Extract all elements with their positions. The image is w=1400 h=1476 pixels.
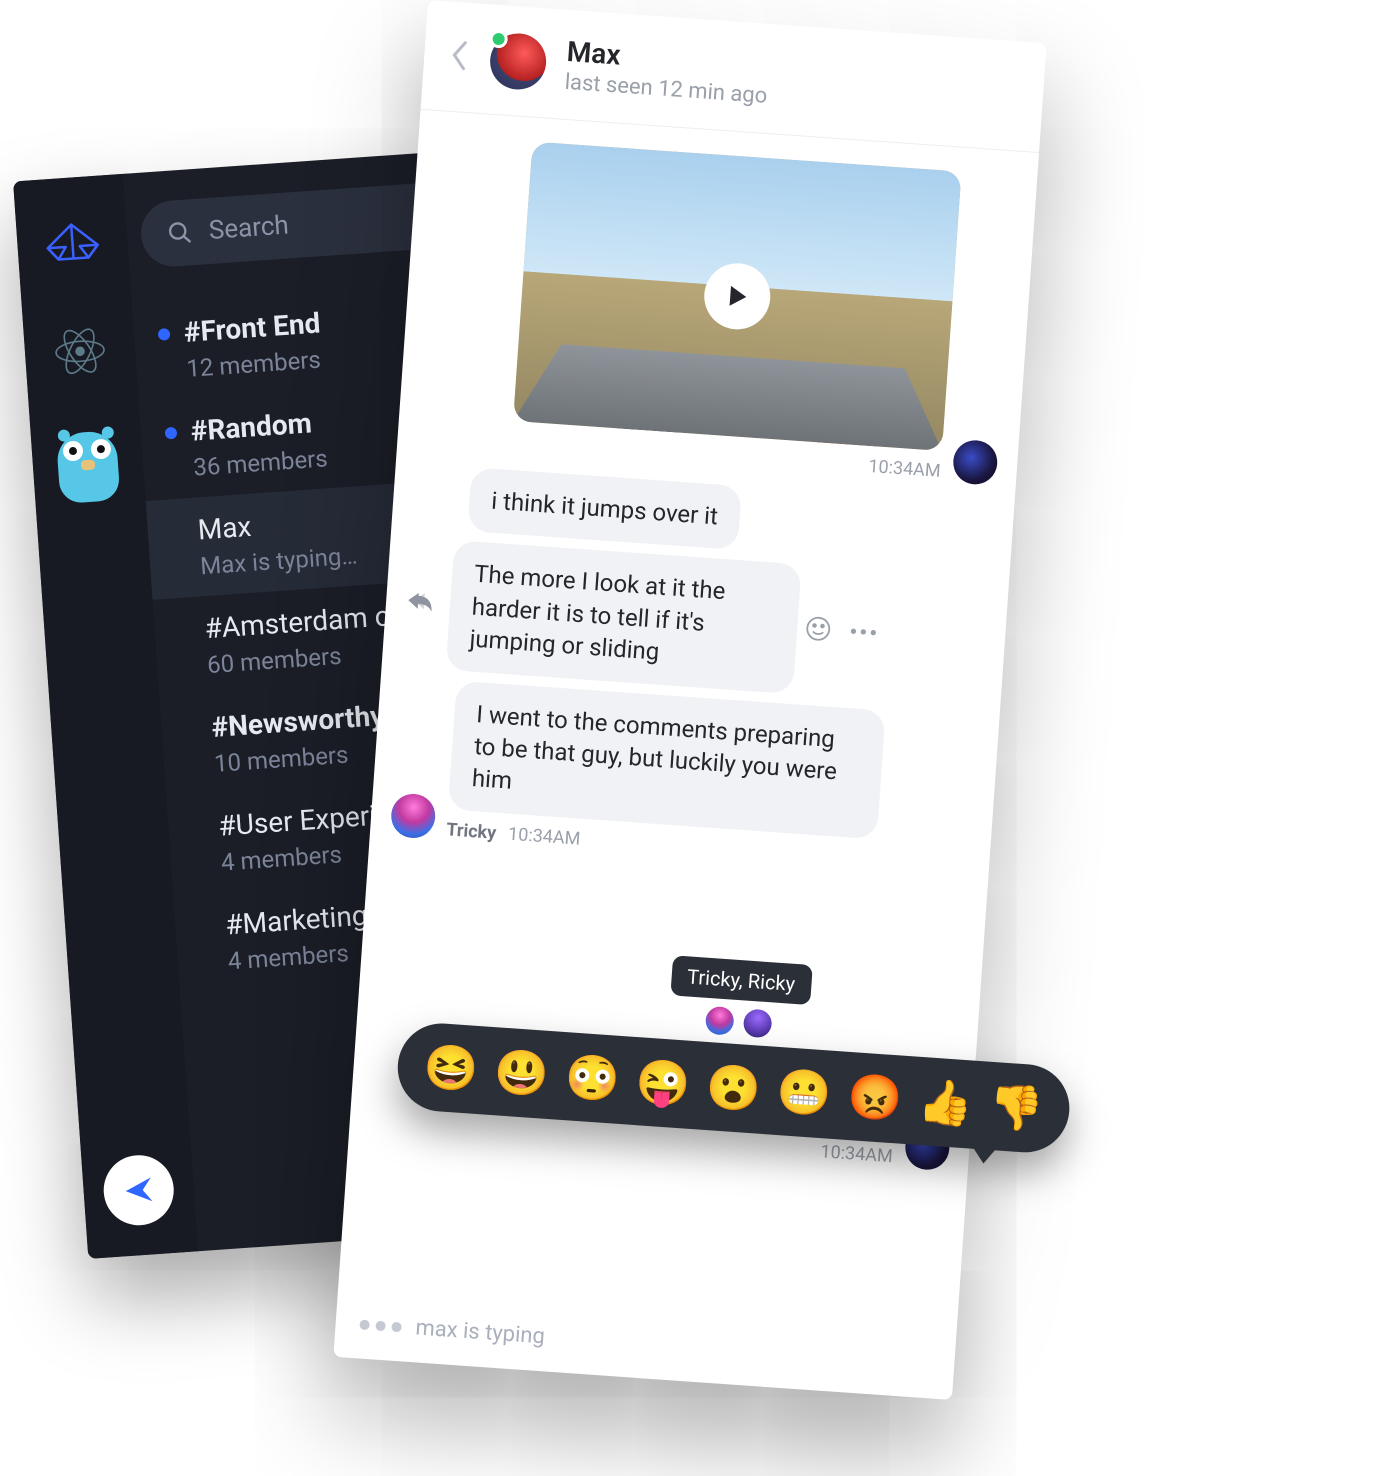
- unread-dot-icon: [165, 426, 178, 439]
- message-time: 10:34AM: [868, 456, 942, 482]
- search-icon: [166, 219, 194, 247]
- message-row: The more I look at it the harder it is t…: [402, 538, 990, 707]
- typing-indicator: max is typing: [359, 1312, 546, 1350]
- reply-icon[interactable]: [405, 589, 435, 617]
- emoji-thumbs-up[interactable]: 👍: [916, 1075, 974, 1131]
- gopher-icon[interactable]: [53, 427, 124, 507]
- react-icon[interactable]: [804, 615, 832, 647]
- typing-label: max is typing: [415, 1315, 546, 1349]
- channel-name: Max: [197, 510, 253, 547]
- typing-dots-icon: [359, 1319, 402, 1332]
- channel-name: #Random: [190, 406, 313, 447]
- compose-button[interactable]: [101, 1153, 176, 1228]
- message-time: 10:34AM: [820, 1141, 894, 1167]
- reaction-tooltip-avatars: [704, 1006, 772, 1039]
- emoji-open-mouth[interactable]: 😮: [705, 1060, 763, 1116]
- channel-name: #Newsworthy: [210, 699, 385, 744]
- reaction-tooltip: Tricky, Ricky: [670, 955, 812, 1005]
- message-row: I went to the comments preparing to be t…: [390, 676, 980, 876]
- atom-icon[interactable]: [46, 317, 114, 385]
- channel-name: #Marketing: [224, 899, 368, 942]
- unread-dot-icon: [158, 327, 171, 340]
- emoji-smile[interactable]: 😃: [493, 1045, 551, 1101]
- emoji-thumbs-down[interactable]: 👎: [987, 1080, 1045, 1136]
- avatar[interactable]: [742, 1008, 772, 1038]
- avatar[interactable]: [704, 1006, 734, 1036]
- online-dot-icon: [489, 29, 508, 48]
- channel-name: #Front End: [183, 307, 322, 349]
- emoji-grimace[interactable]: 😬: [775, 1065, 833, 1121]
- emoji-angry[interactable]: 😡: [846, 1070, 904, 1126]
- message-bubble[interactable]: I went to the comments preparing to be t…: [448, 680, 886, 839]
- chat-panel: Max last seen 12 min ago: [333, 0, 1046, 1400]
- emoji-wink-tongue[interactable]: 😜: [634, 1055, 692, 1111]
- emoji-flushed[interactable]: 😳: [563, 1050, 621, 1106]
- emoji-laughing[interactable]: 😆: [422, 1040, 480, 1096]
- avatar[interactable]: [390, 792, 437, 839]
- back-button[interactable]: [447, 37, 472, 76]
- avatar[interactable]: [952, 439, 999, 486]
- paper-boat-icon[interactable]: [38, 207, 106, 275]
- message-bubble[interactable]: The more I look at it the harder it is t…: [446, 541, 802, 694]
- message-bubble[interactable]: i think it jumps over it: [467, 467, 742, 550]
- more-icon[interactable]: •••: [848, 620, 879, 647]
- search-placeholder: Search: [208, 210, 290, 245]
- video-attachment[interactable]: [513, 142, 961, 451]
- avatar[interactable]: [488, 31, 548, 91]
- chat-body: 10:34AM i think it jumps over it The mor…: [333, 110, 1039, 1400]
- message-video-row: 10:34AM: [417, 135, 1017, 486]
